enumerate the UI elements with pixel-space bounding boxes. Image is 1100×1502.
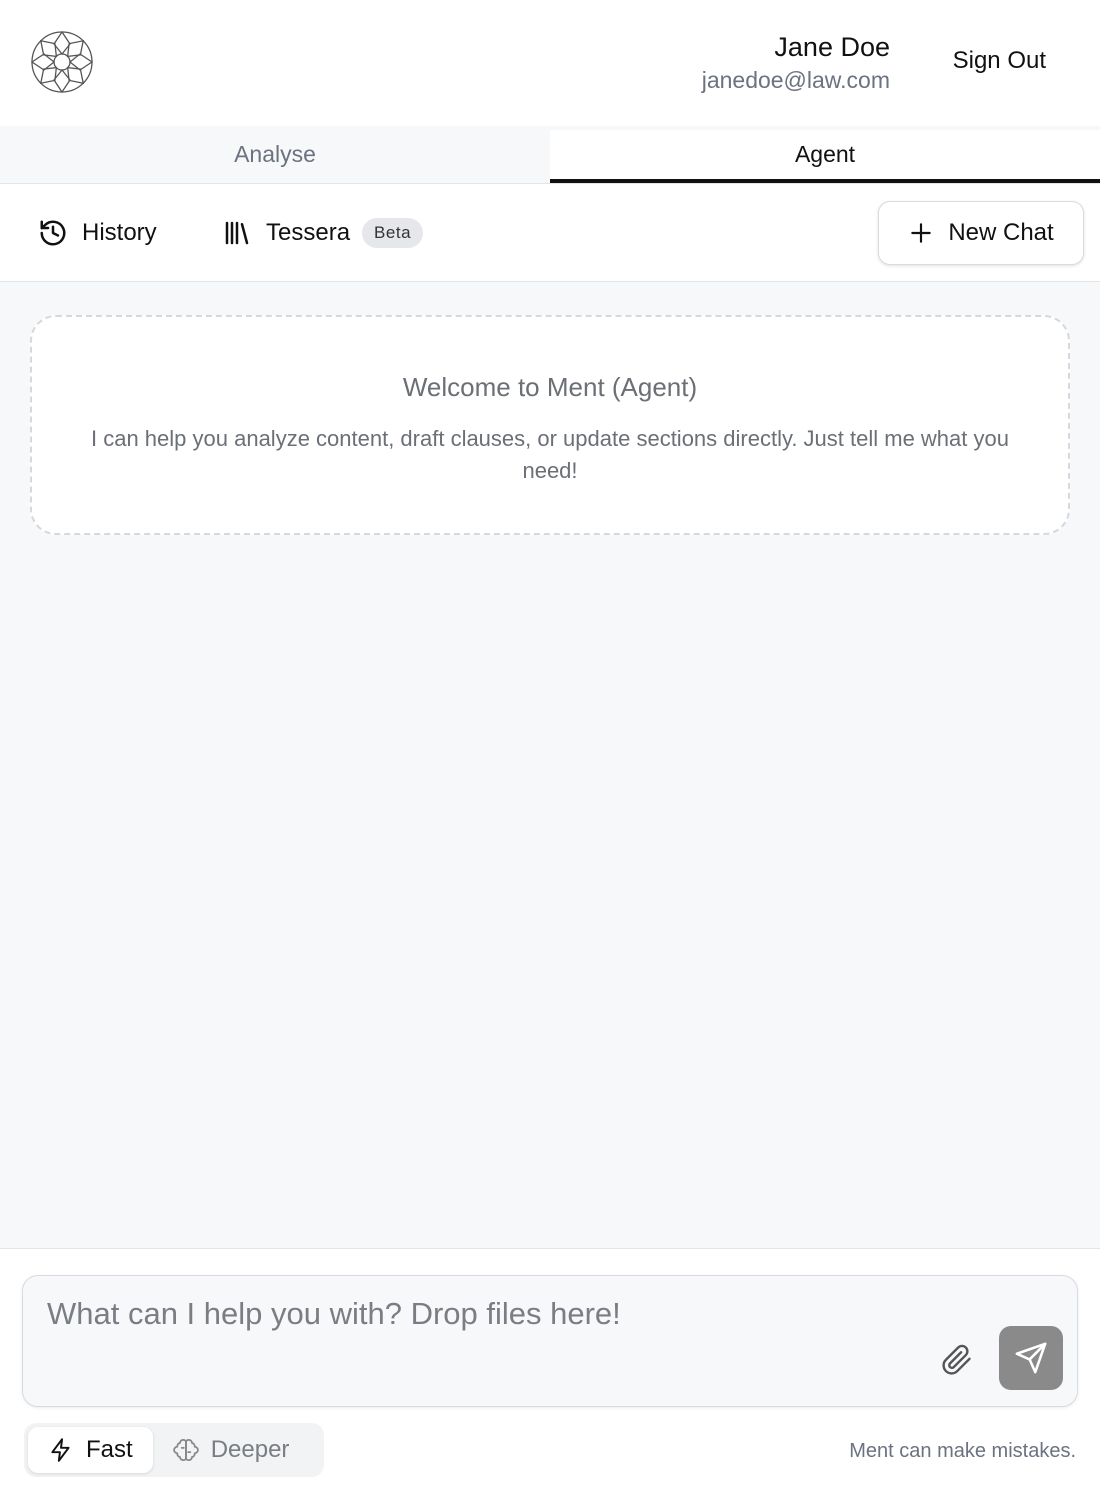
beta-badge: Beta — [362, 218, 424, 248]
new-chat-label: New Chat — [948, 219, 1054, 246]
user-name: Jane Doe — [774, 32, 890, 62]
tab-analyse[interactable]: Analyse — [0, 126, 550, 183]
paperclip-icon — [942, 1344, 971, 1375]
mode-deeper-label: Deeper — [210, 1436, 290, 1463]
brain-icon — [172, 1439, 199, 1461]
mode-deeper[interactable]: Deeper — [153, 1427, 310, 1473]
library-icon — [225, 221, 249, 245]
sign-out-button[interactable]: Sign Out — [953, 44, 1046, 78]
tab-agent[interactable]: Agent — [550, 130, 1100, 183]
tessera-label: Tessera — [266, 219, 351, 246]
header: Jane Doe janedoe@law.com Sign Out — [0, 0, 1100, 126]
user-email: janedoe@law.com — [701, 67, 890, 93]
history-button[interactable]: History — [38, 214, 157, 252]
disclaimer: Ment can make mistakes. — [849, 1440, 1076, 1462]
history-icon — [40, 220, 66, 246]
history-label: History — [82, 219, 157, 246]
mode-fast[interactable]: Fast — [28, 1427, 153, 1473]
send-icon — [1015, 1342, 1047, 1374]
composer-area: Fast Deeper Ment can make mistakes. — [0, 1248, 1100, 1502]
lightning-icon — [51, 1438, 70, 1462]
chat-area: Welcome to Ment (Agent) I can help you a… — [0, 282, 1100, 1248]
tessera-button[interactable]: Tessera Beta — [222, 214, 424, 252]
user-info: Jane Doe janedoe@law.com — [702, 30, 890, 96]
send-button[interactable] — [999, 1326, 1063, 1390]
attach-button[interactable] — [937, 1340, 977, 1380]
app-root: Jane Doe janedoe@law.com Sign Out Analys… — [0, 0, 1100, 1502]
logo-icon[interactable] — [28, 28, 96, 96]
welcome-title: Welcome to Ment (Agent) — [402, 372, 698, 402]
toolbar: History Tessera Beta New Chat — [0, 184, 1100, 282]
welcome-card: Welcome to Ment (Agent) I can help you a… — [30, 315, 1070, 535]
mode-fast-label: Fast — [86, 1436, 133, 1463]
message-input[interactable] — [47, 1296, 927, 1376]
mode-toggle: Fast Deeper — [24, 1423, 324, 1477]
welcome-text: I can help you analyze content, draft cl… — [91, 426, 1009, 483]
composer — [22, 1275, 1078, 1407]
tab-bar: Analyse Agent — [0, 126, 1100, 184]
new-chat-button[interactable]: New Chat — [878, 201, 1084, 265]
plus-icon — [911, 223, 932, 243]
